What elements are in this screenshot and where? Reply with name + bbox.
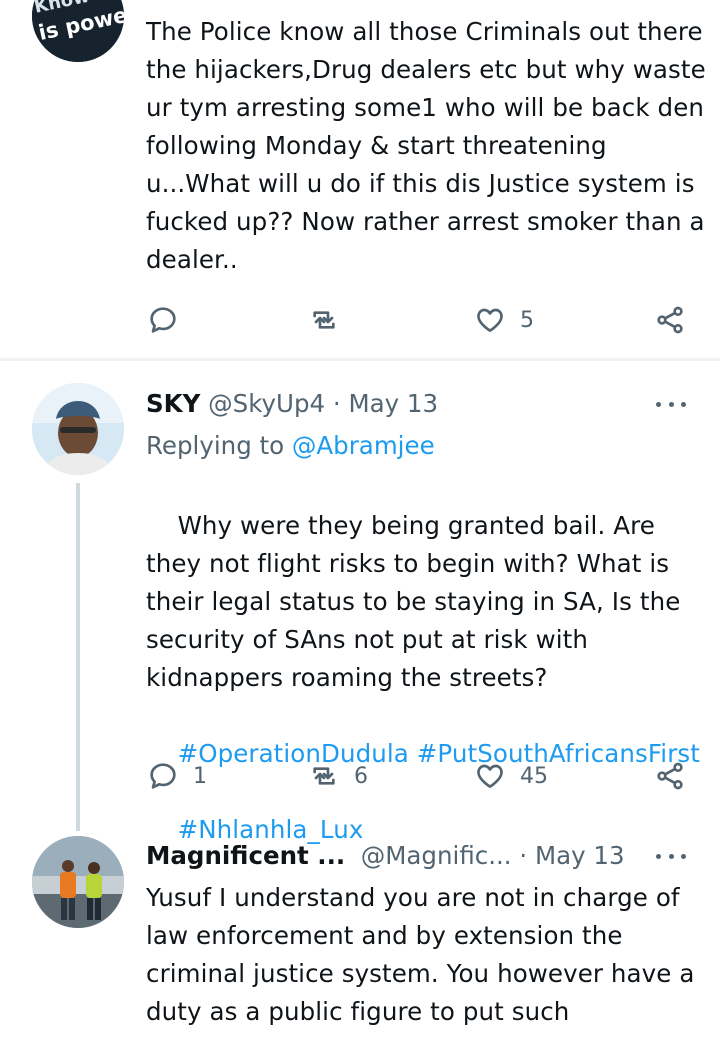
more-icon-dot <box>681 401 686 407</box>
retweet-button[interactable] <box>308 300 354 340</box>
more-icon <box>656 853 661 859</box>
replying-to: Replying to @Abramjee <box>146 427 435 465</box>
more-options-button[interactable] <box>656 385 686 423</box>
like-button[interactable]: 5 <box>474 300 534 340</box>
avatar-image: Know is powe <box>32 0 124 62</box>
replying-prefix: Replying to <box>146 431 285 460</box>
reply-count: 1 <box>193 763 207 789</box>
reply-icon <box>150 307 176 333</box>
avatar[interactable] <box>32 836 124 928</box>
tweet-header: Magnificent ... @Magnific... · May 13 <box>146 837 625 875</box>
like-button[interactable]: 45 <box>474 756 548 796</box>
retweet-button[interactable]: 6 <box>308 756 368 796</box>
tweet-3[interactable]: Magnificent ... @Magnific... · May 13 Yu… <box>0 831 720 1040</box>
reply-button[interactable]: 1 <box>147 756 207 796</box>
replying-handle-link[interactable]: @Abramjee <box>292 431 435 460</box>
share-button[interactable] <box>654 756 686 796</box>
more-icon <box>656 401 661 407</box>
share-button[interactable] <box>654 300 686 340</box>
retweet-icon <box>313 311 335 329</box>
more-icon-dot <box>668 853 674 859</box>
like-icon <box>477 308 503 332</box>
more-icon-dot <box>668 401 674 407</box>
tweet-header: SKY @SkyUp4 · May 13 <box>146 385 438 423</box>
tweet-date[interactable]: · May 13 <box>519 841 624 870</box>
more-icon-dot <box>681 853 686 859</box>
display-name[interactable]: Magnificent ... <box>146 841 345 870</box>
avatar[interactable]: Know is powe <box>32 0 124 62</box>
avatar-image <box>32 836 124 928</box>
like-count: 5 <box>520 307 534 333</box>
reply-button[interactable] <box>147 300 193 340</box>
retweet-icon <box>313 767 335 785</box>
share-icon <box>657 762 683 790</box>
handle-and-date[interactable]: @SkyUp4 · May 13 <box>208 389 438 418</box>
retweet-count: 6 <box>354 763 368 789</box>
tweet-actions: 1 6 45 <box>0 756 720 796</box>
handle[interactable]: @Magnific... <box>361 841 512 870</box>
share-icon <box>657 306 683 334</box>
tweet-1[interactable]: Know is powe The Police know all those C… <box>0 0 720 360</box>
tweet-body: Why were they being granted bail. Are th… <box>146 511 689 692</box>
tweet-2[interactable]: SKY @SkyUp4 · May 13 Replying to @Abramj… <box>0 361 720 844</box>
tweet-text: The Police know all those Criminals out … <box>146 17 714 274</box>
avatar-image <box>32 383 124 475</box>
more-options-button[interactable] <box>656 837 686 875</box>
tweet-text: Yusuf I understand you are not in charge… <box>146 883 703 1026</box>
display-name[interactable]: SKY <box>146 389 200 418</box>
like-icon <box>477 764 503 788</box>
avatar[interactable] <box>32 383 124 475</box>
reply-icon <box>150 763 176 789</box>
tweet-actions: 5 <box>0 300 720 340</box>
tweet-text: Why were they being granted bail. Are th… <box>146 469 706 887</box>
like-count: 45 <box>520 763 548 789</box>
